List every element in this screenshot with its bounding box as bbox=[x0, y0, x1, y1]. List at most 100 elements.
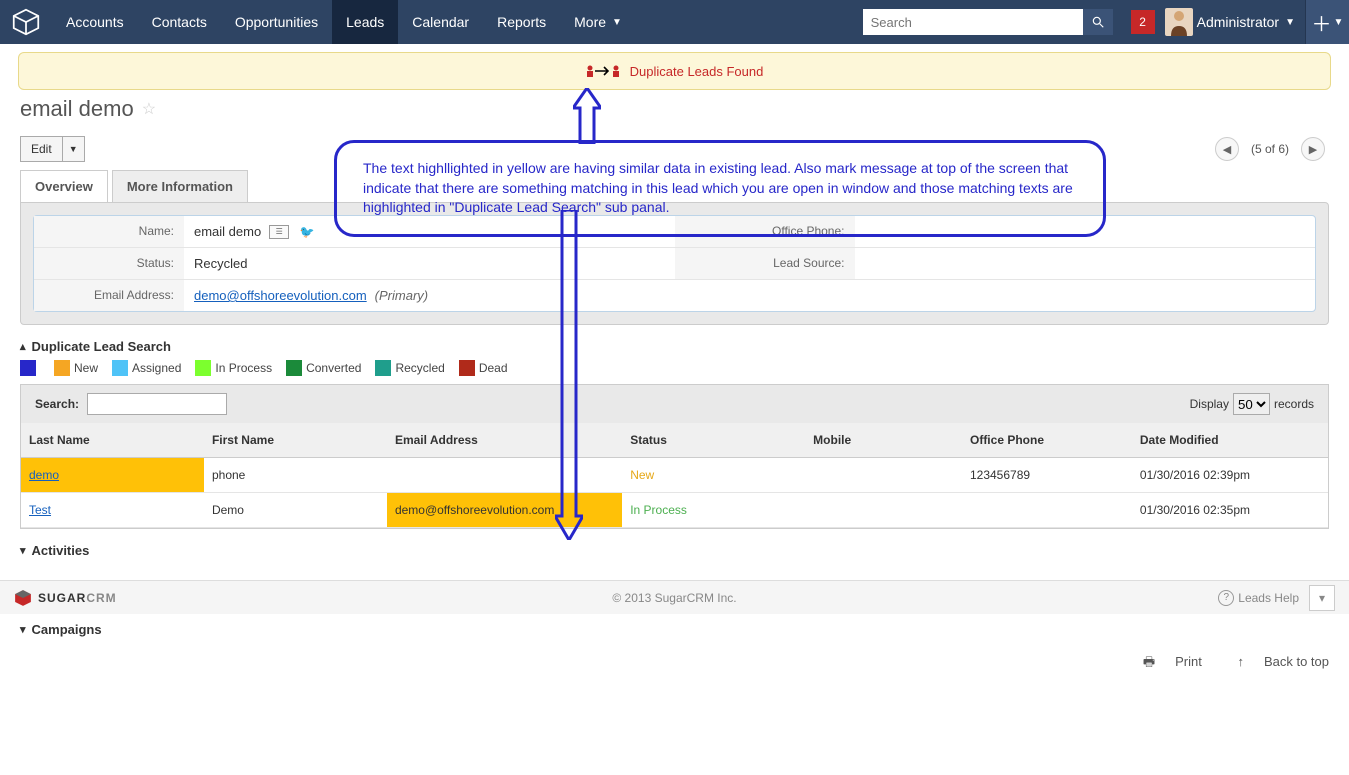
label-email: Email Address: bbox=[34, 280, 184, 311]
user-menu[interactable]: Administrator ▼ bbox=[1197, 14, 1295, 30]
favorite-star-icon[interactable]: ☆ bbox=[142, 99, 156, 119]
expand-icon: ▾ bbox=[20, 544, 26, 557]
cell-lastname: Test bbox=[21, 493, 204, 528]
search-button[interactable] bbox=[1083, 9, 1113, 35]
legend-item: In Process bbox=[195, 360, 272, 376]
section-activities[interactable]: ▾ Activities bbox=[20, 543, 1329, 558]
twitter-icon[interactable]: 🐦 bbox=[297, 225, 317, 239]
leads-help-link[interactable]: ? Leads Help bbox=[1218, 590, 1299, 606]
legend-label: In Process bbox=[215, 361, 272, 375]
legend-label: Assigned bbox=[132, 361, 181, 375]
subpanel-search-label: Search: bbox=[35, 397, 79, 411]
lastname-link[interactable]: Test bbox=[29, 503, 51, 517]
nav-calendar[interactable]: Calendar bbox=[398, 0, 483, 44]
vcard-icon[interactable]: ☰ bbox=[269, 225, 289, 239]
edit-button[interactable]: Edit bbox=[21, 137, 62, 161]
pager-next[interactable]: ▶ bbox=[1301, 137, 1325, 161]
back-to-top-link[interactable]: ↑Back to top bbox=[1221, 654, 1329, 669]
legend-swatch bbox=[375, 360, 391, 376]
nav-more[interactable]: More▼ bbox=[560, 0, 636, 44]
column-header[interactable]: Last Name bbox=[21, 423, 204, 458]
column-header[interactable]: Date Modified bbox=[1132, 423, 1328, 458]
tab-more-info[interactable]: More Information bbox=[112, 170, 248, 202]
pager-text: (5 of 6) bbox=[1251, 142, 1289, 156]
section-campaigns-label: Campaigns bbox=[32, 622, 102, 637]
legend-label: Dead bbox=[479, 361, 508, 375]
display-label: Display bbox=[1190, 397, 1229, 411]
nav-leads[interactable]: Leads bbox=[332, 0, 398, 44]
section-campaigns[interactable]: ▾ Campaigns bbox=[20, 622, 1329, 637]
value-email: demo@offshoreevolution.com (Primary) bbox=[184, 280, 1315, 311]
section-activities-label: Activities bbox=[32, 543, 90, 558]
sugar-cube-icon bbox=[14, 589, 32, 607]
annotation-arrow-down-icon bbox=[555, 210, 583, 540]
nav-reports[interactable]: Reports bbox=[483, 0, 560, 44]
subpanel-search-input[interactable] bbox=[87, 393, 227, 415]
cell-status: New bbox=[622, 458, 805, 493]
quick-create-button[interactable]: ＋▼ bbox=[1305, 0, 1349, 44]
label-lead-source: Lead Source: bbox=[675, 248, 855, 279]
page-title-row: email demo ☆ bbox=[20, 96, 1329, 122]
email-primary-tag: (Primary) bbox=[375, 288, 428, 303]
print-icon: 🖶 bbox=[1143, 654, 1155, 669]
record-pager: ◀ (5 of 6) ▶ bbox=[1211, 137, 1329, 161]
cell-modified: 01/30/2016 02:39pm bbox=[1132, 458, 1328, 493]
display-select[interactable]: 50 bbox=[1233, 393, 1270, 415]
nav-items: Accounts Contacts Opportunities Leads Ca… bbox=[52, 0, 636, 44]
column-header[interactable]: Email Address bbox=[387, 423, 622, 458]
help-icon: ? bbox=[1218, 590, 1234, 606]
arrow-up-icon: ↑ bbox=[1237, 654, 1244, 669]
legend-item: Assigned bbox=[112, 360, 181, 376]
column-header[interactable]: Office Phone bbox=[962, 423, 1132, 458]
duplicate-alert: Duplicate Leads Found bbox=[18, 52, 1331, 90]
legend-label: New bbox=[74, 361, 98, 375]
duplicate-table: Last NameFirst NameEmail AddressStatusMo… bbox=[21, 423, 1328, 528]
column-header[interactable]: Status bbox=[622, 423, 805, 458]
cell-office bbox=[962, 493, 1132, 528]
edit-dropdown[interactable]: ▼ bbox=[62, 137, 84, 161]
nav-more-label: More bbox=[574, 14, 606, 30]
nav-opportunities[interactable]: Opportunities bbox=[221, 0, 332, 44]
duplicate-subpanel: Search: Display 50 records Last NameFirs… bbox=[20, 384, 1329, 529]
print-link[interactable]: 🖶Print bbox=[1127, 654, 1202, 669]
email-link[interactable]: demo@offshoreevolution.com bbox=[194, 288, 367, 303]
page-title: email demo bbox=[20, 96, 134, 122]
callout-text: The text highllighted in yellow are havi… bbox=[363, 160, 1073, 215]
label-status: Status: bbox=[34, 248, 184, 279]
cell-office: 123456789 bbox=[962, 458, 1132, 493]
nav-contacts[interactable]: Contacts bbox=[138, 0, 221, 44]
cell-email: demo@offshoreevolution.com bbox=[387, 493, 622, 528]
global-search bbox=[863, 9, 1113, 35]
section-duplicate-lead-search[interactable]: ▴ Duplicate Lead Search bbox=[20, 339, 1329, 354]
chevron-down-icon: ▼ bbox=[1285, 17, 1295, 28]
avatar[interactable] bbox=[1165, 8, 1193, 36]
pager-prev[interactable]: ◀ bbox=[1215, 137, 1239, 161]
cell-email bbox=[387, 458, 622, 493]
cell-lastname: demo bbox=[21, 458, 204, 493]
table-row: Test Demodemo@offshoreevolution.comIn Pro… bbox=[21, 493, 1328, 528]
cell-mobile bbox=[805, 458, 962, 493]
alert-text: Duplicate Leads Found bbox=[630, 64, 764, 79]
name-text: email demo bbox=[194, 224, 261, 239]
search-icon bbox=[1091, 15, 1105, 29]
notification-badge[interactable]: 2 bbox=[1131, 10, 1155, 34]
legend-label: Converted bbox=[306, 361, 361, 375]
cell-firstname: Demo bbox=[204, 493, 387, 528]
tab-overview[interactable]: Overview bbox=[20, 170, 108, 202]
footer-expand-icon[interactable]: ▾ bbox=[1309, 585, 1335, 611]
lastname-link[interactable]: demo bbox=[29, 468, 59, 482]
nav-accounts[interactable]: Accounts bbox=[52, 0, 138, 44]
legend-swatch bbox=[112, 360, 128, 376]
search-input[interactable] bbox=[863, 9, 1083, 35]
bottom-links: 🖶Print ↑Back to top bbox=[20, 653, 1329, 675]
legend-swatch bbox=[195, 360, 211, 376]
cell-status: In Process bbox=[622, 493, 805, 528]
column-header[interactable]: Mobile bbox=[805, 423, 962, 458]
legend-item bbox=[20, 360, 40, 376]
legend-item: New bbox=[54, 360, 98, 376]
legend-swatch bbox=[459, 360, 475, 376]
user-label: Administrator bbox=[1197, 14, 1279, 30]
app-logo-icon[interactable] bbox=[12, 8, 40, 36]
column-header[interactable]: First Name bbox=[204, 423, 387, 458]
expand-icon: ▾ bbox=[20, 623, 26, 636]
